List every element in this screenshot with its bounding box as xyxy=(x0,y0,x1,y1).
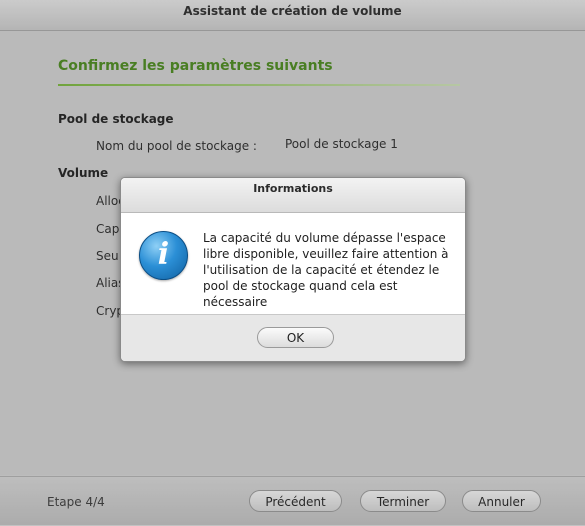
dialog-title: Informations xyxy=(121,178,465,213)
dialog-button-bar: OK xyxy=(121,314,465,361)
ok-button[interactable]: OK xyxy=(257,327,334,348)
info-dialog: Informations i La capacité du volume dép… xyxy=(120,177,466,362)
info-icon: i xyxy=(139,231,188,280)
dialog-message: La capacité du volume dépasse l'espace l… xyxy=(203,231,449,309)
